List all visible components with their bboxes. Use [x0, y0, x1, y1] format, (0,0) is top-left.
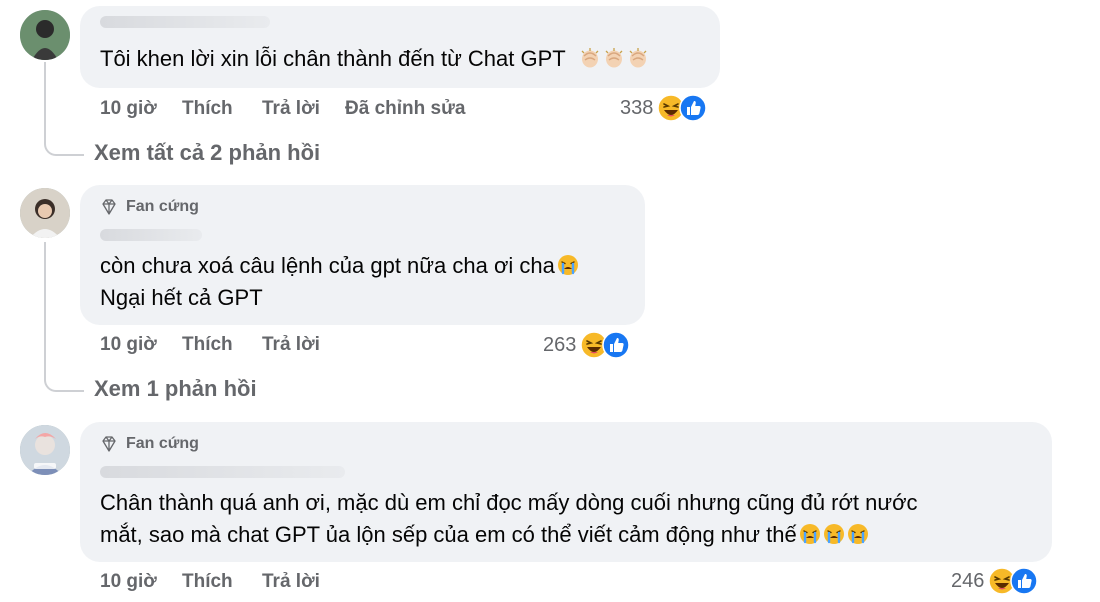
like-button[interactable]: Thích — [182, 571, 233, 593]
clapping-hands-icon — [579, 47, 601, 69]
author-name-blurred[interactable] — [100, 466, 345, 478]
comment-time[interactable]: 10 giờ — [100, 98, 157, 120]
crying-face-icon — [847, 523, 869, 545]
clapping-hands-icon — [603, 47, 625, 69]
thread-connector — [44, 372, 84, 392]
view-replies-link[interactable]: Xem tất cả 2 phản hồi — [94, 140, 320, 166]
like-reaction-icon — [679, 94, 707, 122]
thread-line — [44, 242, 46, 376]
fan-badge: Fan cứng — [100, 198, 199, 216]
thread-line — [44, 62, 46, 140]
comment-text: Chân thành quá anh ơi, mặc dù em chỉ đọc… — [100, 490, 918, 547]
comment-text: còn chưa xoá câu lệnh của gpt nữa cha ơi… — [100, 250, 579, 314]
crying-face-icon — [823, 523, 845, 545]
like-reaction-icon — [1010, 567, 1038, 595]
diamond-icon — [100, 435, 118, 453]
comment-time[interactable]: 10 giờ — [100, 334, 157, 356]
diamond-icon — [100, 198, 118, 216]
reply-button[interactable]: Trả lời — [262, 98, 320, 120]
reply-button[interactable]: Trả lời — [262, 571, 320, 593]
thread-connector — [44, 136, 84, 156]
badge-label: Fan cứng — [126, 198, 199, 215]
avatar[interactable] — [20, 10, 70, 60]
view-replies-link[interactable]: Xem 1 phản hồi — [94, 376, 257, 402]
badge-label: Fan cứng — [126, 435, 199, 452]
comment-text: Tôi khen lời xin lỗi chân thành đến từ C… — [100, 43, 649, 75]
clapping-hands-icon — [627, 47, 649, 69]
reaction-summary[interactable]: 263 — [543, 331, 630, 359]
edited-label: Đã chỉnh sửa — [345, 98, 466, 119]
like-button[interactable]: Thích — [182, 98, 233, 120]
reply-button[interactable]: Trả lời — [262, 334, 320, 356]
fan-badge: Fan cứng — [100, 435, 199, 453]
like-button[interactable]: Thích — [182, 334, 233, 356]
reaction-count: 263 — [543, 333, 577, 356]
comment-time[interactable]: 10 giờ — [100, 571, 157, 593]
reaction-summary[interactable]: 246 — [951, 567, 1038, 595]
author-name-blurred[interactable] — [100, 229, 202, 241]
reaction-count: 338 — [620, 96, 654, 119]
author-name-blurred[interactable] — [100, 16, 270, 28]
crying-face-icon — [557, 254, 579, 276]
crying-face-icon — [799, 523, 821, 545]
avatar[interactable] — [20, 425, 70, 475]
like-reaction-icon — [602, 331, 630, 359]
reaction-count: 246 — [951, 569, 985, 592]
reaction-summary[interactable]: 338 — [620, 94, 707, 122]
avatar[interactable] — [20, 188, 70, 238]
